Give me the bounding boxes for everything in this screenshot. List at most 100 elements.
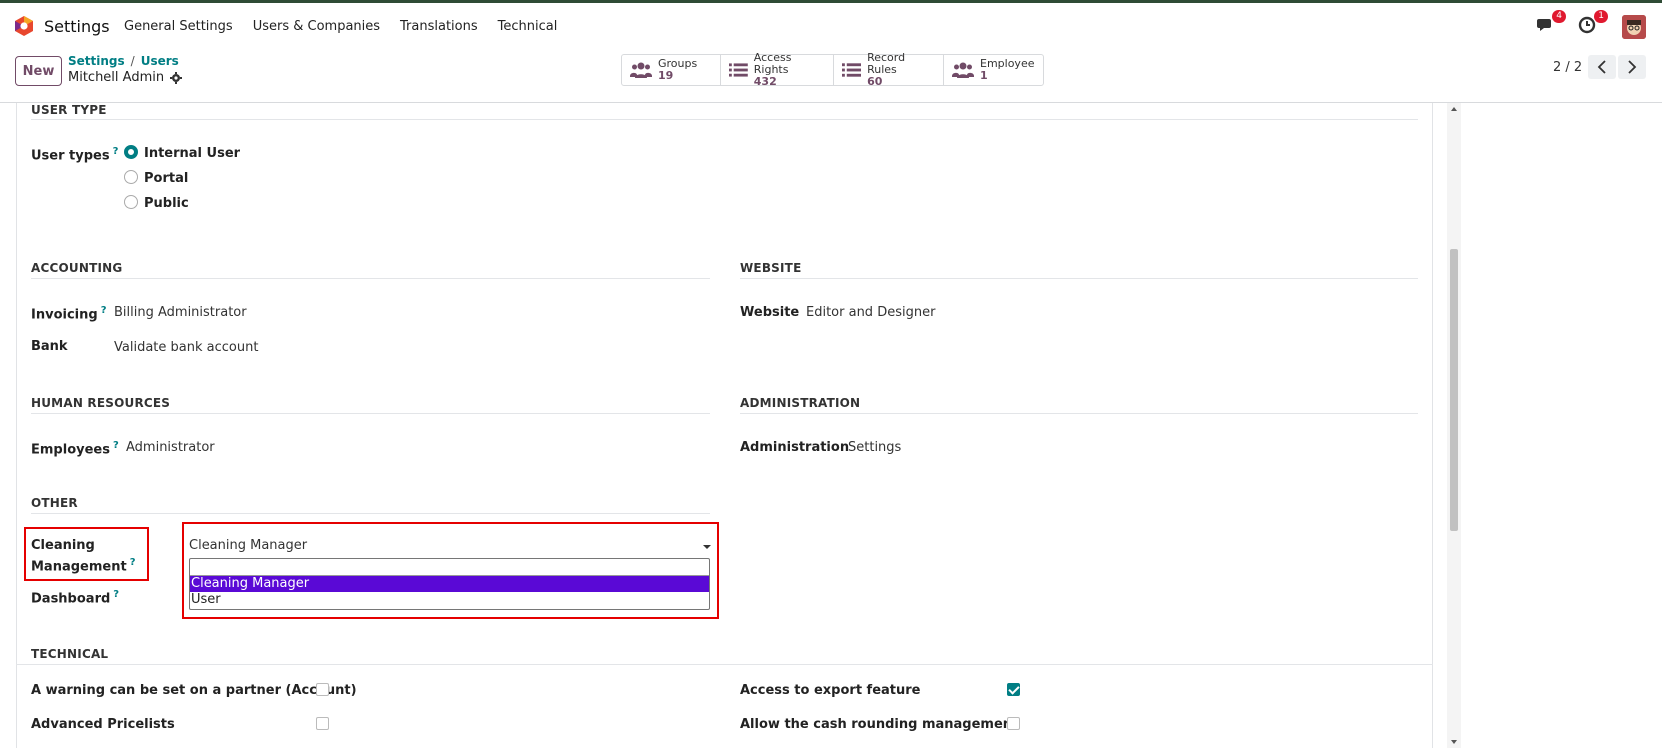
record-name: Mitchell Admin: [68, 70, 165, 85]
section-human-resources: HUMAN RESOURCES: [31, 396, 171, 410]
users-icon: [952, 62, 974, 78]
divider: [31, 513, 710, 514]
activities-badge: 1: [1594, 10, 1608, 23]
user-types-label: User types?: [31, 146, 118, 163]
help-icon[interactable]: ?: [113, 440, 119, 451]
messages-badge: 4: [1552, 10, 1566, 23]
gear-icon[interactable]: [170, 71, 183, 84]
smart-record-rules-count: 60: [867, 75, 883, 88]
smart-button-access-rights[interactable]: Access Rights 432: [721, 51, 834, 88]
dropdown-option-user[interactable]: User: [190, 592, 709, 608]
top-menu: General Settings Users & Companies Trans…: [124, 19, 557, 34]
invoicing-value[interactable]: Billing Administrator: [114, 305, 247, 320]
tech-label-partner-warning: A warning can be set on a partner (Accou…: [31, 683, 357, 698]
dashboard-label: Dashboard?: [31, 589, 119, 606]
scroll-thumb[interactable]: [1450, 249, 1458, 531]
chevron-right-icon: [1628, 60, 1637, 74]
navbar: Settings General Settings Users & Compan…: [0, 3, 1662, 46]
smart-record-rules-label: Record Rules: [867, 51, 906, 76]
scroll-up-icon[interactable]: [1451, 107, 1457, 111]
radio-internal-user-label[interactable]: Internal User: [144, 146, 240, 161]
administration-value[interactable]: Settings: [848, 440, 901, 455]
chevron-left-icon: [1597, 60, 1606, 74]
pager-next-button[interactable]: [1618, 55, 1646, 79]
menu-technical[interactable]: Technical: [498, 19, 558, 34]
bank-value[interactable]: Validate bank account: [114, 340, 258, 355]
divider: [31, 278, 710, 279]
control-panel: New Settings / Users Mitchell Admin Groups…: [0, 46, 1662, 103]
smart-access-rights-label: Access Rights: [753, 51, 792, 76]
cleaning-label-line2-text: Management: [31, 559, 127, 575]
radio-internal-user[interactable]: [124, 145, 138, 159]
pager-previous-button[interactable]: [1588, 55, 1616, 79]
smart-employee-count: 1: [980, 69, 988, 82]
section-website: WEBSITE: [740, 261, 802, 275]
breadcrumb: Settings / Users: [68, 54, 179, 68]
list-icon: [842, 63, 862, 77]
smart-button-employee[interactable]: Employee 1: [944, 55, 1043, 85]
menu-translations[interactable]: Translations: [400, 19, 478, 34]
radio-public-label[interactable]: Public: [144, 196, 189, 211]
vertical-scrollbar[interactable]: [1447, 103, 1461, 748]
divider: [16, 664, 1433, 665]
activities-button[interactable]: 1: [1578, 10, 1608, 36]
new-button[interactable]: New: [15, 56, 62, 86]
list-icon: [729, 63, 748, 77]
employees-label: Employees?: [31, 440, 119, 457]
odoo-logo-icon[interactable]: [14, 15, 34, 37]
invoicing-label: Invoicing?: [31, 305, 107, 322]
website-value[interactable]: Editor and Designer: [806, 305, 935, 320]
cleaning-management-dropdown: Cleaning Manager User: [189, 558, 710, 610]
user-types-label-text: User types: [31, 148, 110, 164]
breadcrumb-settings[interactable]: Settings: [68, 54, 125, 68]
cleaning-label-line2: Management?: [31, 557, 136, 574]
dropdown-option-cleaning-manager[interactable]: Cleaning Manager: [190, 576, 709, 592]
help-icon[interactable]: ?: [113, 589, 119, 600]
checkbox-cash-rounding[interactable]: [1007, 717, 1020, 730]
users-icon: [630, 62, 652, 78]
smart-access-rights-count: 432: [753, 75, 777, 88]
cleaning-label-line1: Cleaning: [31, 538, 95, 553]
employees-value[interactable]: Administrator: [126, 440, 215, 455]
section-technical: TECHNICAL: [31, 647, 109, 661]
record-title: Mitchell Admin: [68, 70, 183, 85]
messages-button[interactable]: 4: [1536, 10, 1566, 36]
user-avatar[interactable]: [1622, 15, 1646, 39]
checkbox-advanced-pricelists[interactable]: [316, 717, 329, 730]
employees-label-text: Employees: [31, 442, 110, 458]
help-icon[interactable]: ?: [113, 146, 119, 157]
cleaning-management-select[interactable]: Cleaning Manager: [189, 538, 711, 556]
smart-button-record-rules[interactable]: Record Rules 60: [834, 51, 944, 88]
checkbox-partner-warning[interactable]: [316, 683, 329, 696]
checkbox-export-feature[interactable]: [1007, 683, 1020, 696]
app-name[interactable]: Settings: [44, 17, 110, 36]
section-other: OTHER: [31, 496, 78, 510]
scroll-down-icon[interactable]: [1451, 740, 1457, 744]
divider: [31, 413, 710, 414]
form-sheet: [16, 103, 1433, 748]
tech-label-export-feature: Access to export feature: [740, 683, 921, 698]
section-user-type: USER TYPE: [31, 103, 107, 117]
tech-label-cash-rounding: Allow the cash rounding management: [740, 717, 1019, 732]
radio-public[interactable]: [124, 195, 138, 209]
administration-label: Administration: [740, 440, 850, 455]
section-administration: ADMINISTRATION: [740, 396, 861, 410]
help-icon[interactable]: ?: [130, 557, 136, 568]
divider: [740, 278, 1418, 279]
radio-portal[interactable]: [124, 170, 138, 184]
radio-portal-label[interactable]: Portal: [144, 171, 188, 186]
breadcrumb-users[interactable]: Users: [141, 54, 179, 68]
website-label: Website: [740, 305, 800, 320]
smart-button-groups[interactable]: Groups 19: [622, 55, 721, 85]
help-icon[interactable]: ?: [101, 305, 107, 316]
section-accounting: ACCOUNTING: [31, 261, 123, 275]
chevron-down-icon[interactable]: [703, 545, 711, 549]
smart-employee-label: Employee: [980, 57, 1035, 70]
breadcrumb-separator: /: [130, 54, 135, 68]
menu-general-settings[interactable]: General Settings: [124, 19, 233, 34]
dropdown-option-empty[interactable]: [190, 559, 709, 576]
pager-value[interactable]: 2 / 2: [1553, 60, 1582, 75]
tech-label-advanced-pricelists: Advanced Pricelists: [31, 717, 175, 732]
dashboard-label-text: Dashboard: [31, 591, 111, 607]
menu-users-companies[interactable]: Users & Companies: [253, 19, 380, 34]
